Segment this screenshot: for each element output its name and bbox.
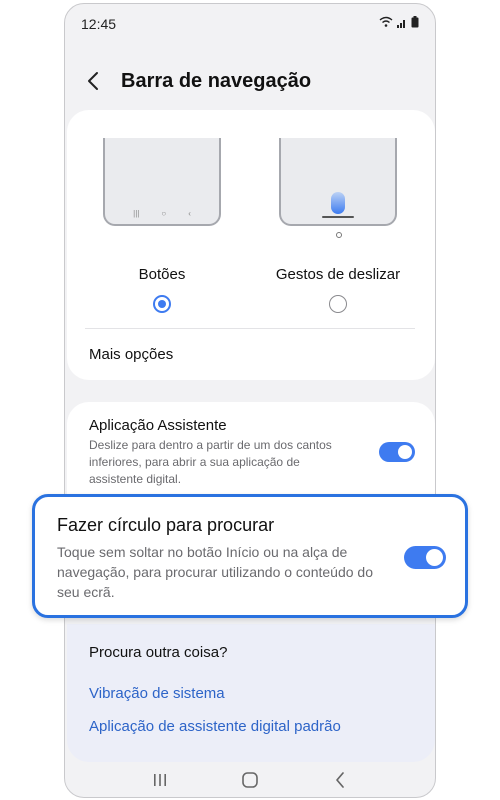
navigation-type-card: ||| ○ ‹ Botões Gestos de deslizar Mais o…: [67, 110, 435, 380]
gesture-hint-dot-icon: [336, 232, 342, 238]
option-gestures-label: Gestos de deslizar: [275, 266, 401, 283]
assistant-app-description: Deslize para dentro a partir de um dos c…: [89, 438, 332, 486]
buttons-preview[interactable]: ||| ○ ‹: [103, 138, 221, 226]
back-icon[interactable]: [326, 769, 354, 791]
suggestions-title: Procura outra coisa?: [89, 644, 228, 661]
radio-buttons[interactable]: [153, 295, 171, 313]
circle-to-search-description: Toque sem soltar no botão Início ou na a…: [57, 544, 373, 600]
signal-icon: [397, 19, 405, 28]
recents-icon[interactable]: [146, 769, 174, 791]
status-bar: 12:45: [81, 14, 419, 36]
circle-to-search-toggle[interactable]: [404, 546, 446, 569]
more-options-item[interactable]: Mais opções: [89, 346, 173, 363]
status-icons: [379, 16, 419, 28]
assistant-app-toggle[interactable]: [379, 442, 415, 462]
mini-nav-buttons: ||| ○ ‹: [105, 209, 219, 218]
assistant-app-card[interactable]: Aplicação Assistente Deslize para dentro…: [67, 402, 435, 497]
gesture-swipe-icon: [331, 192, 345, 214]
system-nav-bar: [65, 763, 435, 797]
divider: [85, 328, 415, 329]
page-title: Barra de navegação: [121, 69, 312, 92]
assistant-app-title: Aplicação Assistente: [89, 417, 227, 434]
home-icon[interactable]: [236, 769, 264, 791]
radio-gestures[interactable]: [329, 295, 347, 313]
suggestions-card: Procura outra coisa? Vibração de sistema…: [67, 624, 435, 762]
gesture-handle: [322, 215, 354, 218]
link-system-vibration[interactable]: Vibração de sistema: [89, 685, 225, 702]
circle-to-search-title: Fazer círculo para procurar: [57, 515, 275, 535]
circle-to-search-card[interactable]: Fazer círculo para procurar Toque sem so…: [32, 494, 468, 618]
link-default-assistant-app[interactable]: Aplicação de assistente digital padrão: [89, 718, 341, 735]
gestures-preview[interactable]: [279, 138, 397, 226]
wifi-icon: [379, 16, 393, 27]
option-buttons-label: Botões: [138, 266, 186, 283]
status-time: 12:45: [81, 16, 117, 32]
mini-home-icon: ○: [161, 209, 167, 218]
battery-icon: [411, 16, 419, 28]
header: Barra de navegação: [87, 66, 311, 96]
mini-back-icon: ‹: [188, 209, 191, 218]
chevron-left-icon[interactable]: [87, 70, 107, 92]
mini-recents-icon: |||: [133, 209, 140, 218]
phone-frame: 12:45 Barra de navegação ||| ○ ‹ Botões …: [64, 3, 436, 798]
